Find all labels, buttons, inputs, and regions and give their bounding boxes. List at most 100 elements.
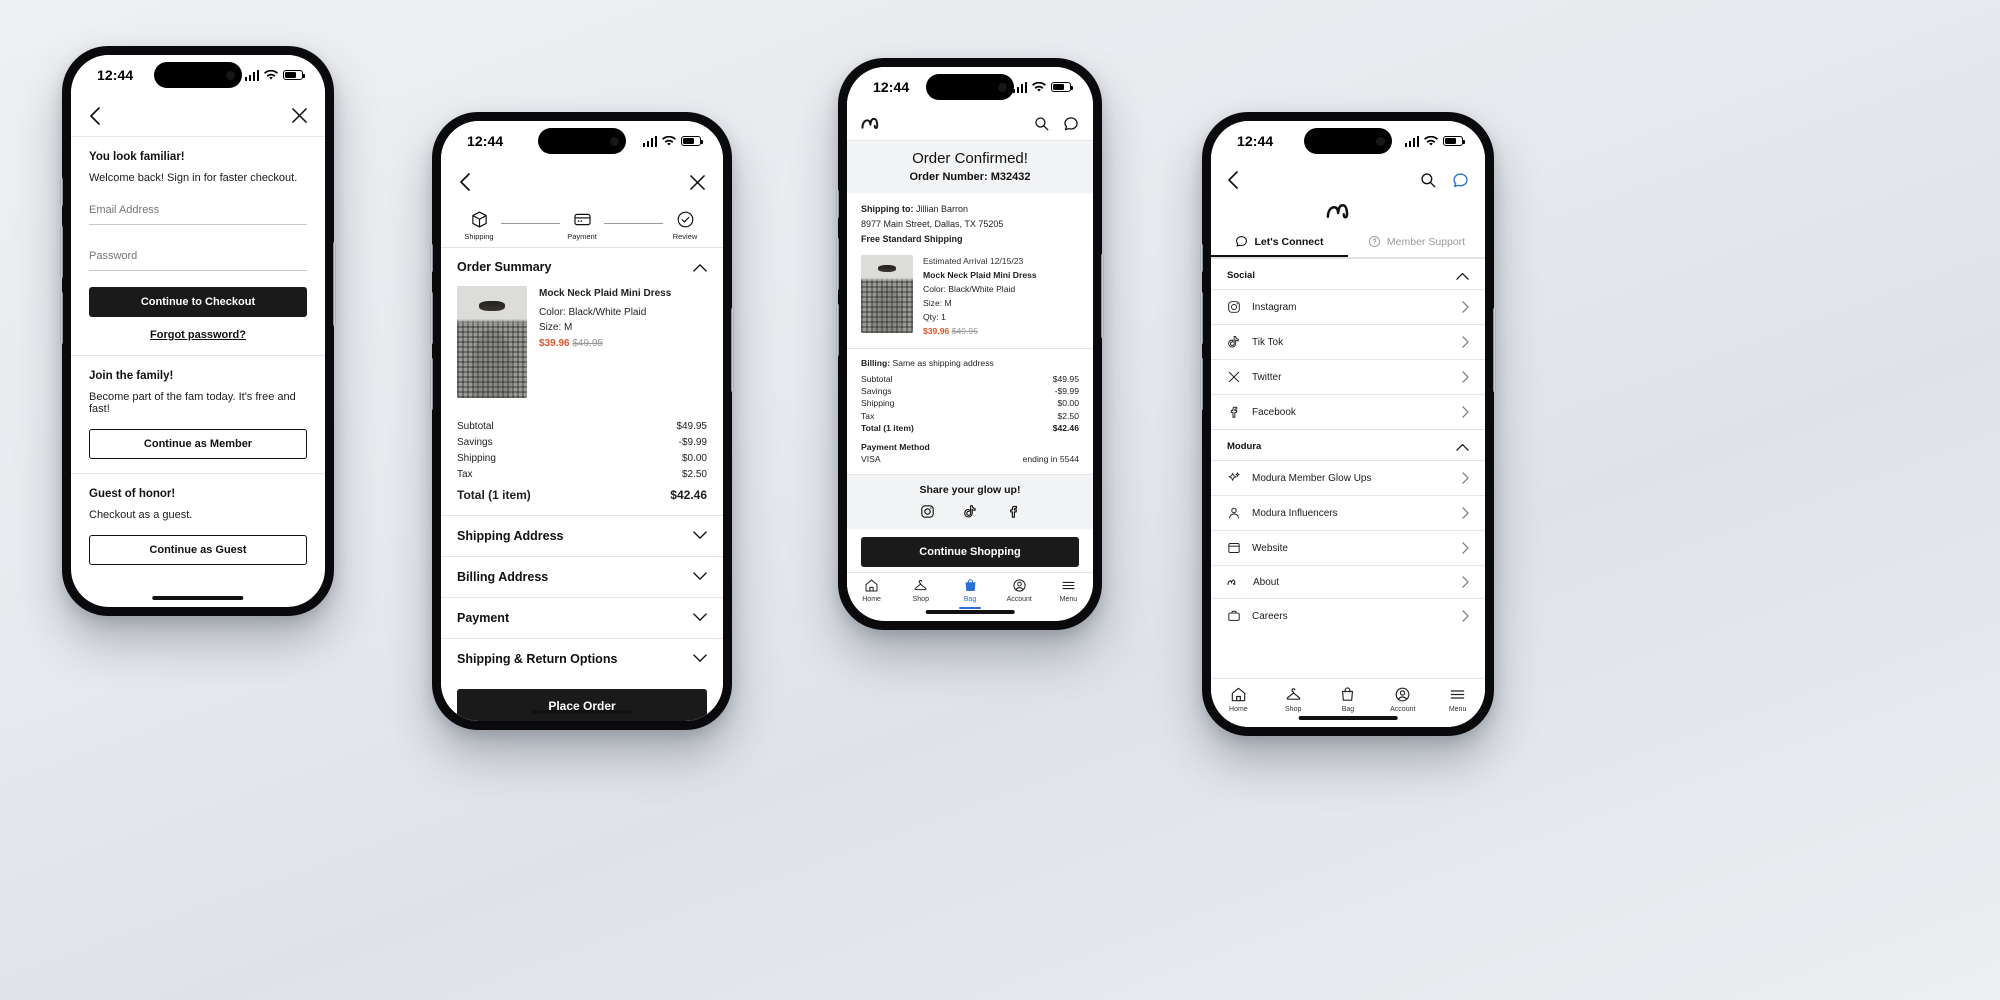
battery-icon: [1051, 81, 1074, 93]
nav-bar: [441, 161, 723, 203]
modura-logo[interactable]: [861, 117, 895, 131]
chat-icon[interactable]: [1063, 116, 1079, 132]
continue-shopping-button[interactable]: Continue Shopping: [861, 537, 1079, 568]
tiktok-icon[interactable]: [963, 504, 978, 519]
dynamic-island: [926, 74, 1014, 100]
chat-icon[interactable]: [1452, 172, 1469, 189]
chevron-right-icon: [1462, 371, 1469, 383]
payment-detail: ending in 5544: [1022, 453, 1079, 464]
accordion-shipping-address[interactable]: Shipping Address: [441, 514, 723, 556]
status-time: 12:44: [873, 79, 910, 95]
home-icon: [1231, 687, 1246, 702]
tab-shop[interactable]: Shop: [1266, 686, 1321, 713]
accordion-billing-address[interactable]: Billing Address: [441, 555, 723, 597]
wifi-icon: [662, 135, 676, 146]
tab-lets-connect[interactable]: Let's Connect: [1211, 227, 1348, 257]
password-input[interactable]: [89, 250, 307, 262]
confirmation-totals: Billing: Same as shipping address Subtot…: [847, 348, 1093, 474]
step-label: Review: [672, 232, 698, 241]
guest-section: Guest of honor! Checkout as a guest. Con…: [71, 474, 325, 579]
tab-account[interactable]: Account: [995, 578, 1044, 609]
status-bar: 12:44: [847, 67, 1093, 107]
total-label: Subtotal: [457, 420, 494, 432]
grand-total-label: Total (1 item): [861, 423, 914, 434]
grand-total-row: Total (1 item) $42.46: [861, 422, 1079, 434]
accordion-payment[interactable]: Payment: [441, 596, 723, 638]
bag-icon: [1342, 687, 1354, 701]
accordion-shipping-return-options[interactable]: Shipping & Return Options: [441, 637, 723, 679]
step-payment[interactable]: Payment: [560, 210, 604, 241]
chevron-right-icon: [1462, 542, 1469, 554]
search-icon[interactable]: [1420, 172, 1436, 188]
back-icon[interactable]: [459, 173, 471, 191]
tab-member-support[interactable]: Member Support: [1348, 227, 1485, 257]
status-time: 12:44: [1237, 133, 1274, 149]
back-icon[interactable]: [1227, 171, 1239, 189]
list-item-website[interactable]: Website: [1211, 530, 1485, 565]
instagram-icon: [1228, 301, 1240, 313]
continue-as-member-button[interactable]: Continue as Member: [89, 429, 307, 459]
guest-subtext: Checkout as a guest.: [89, 509, 193, 521]
total-label: Tax: [861, 410, 875, 421]
group-header-social[interactable]: Social: [1211, 258, 1485, 289]
step-shipping[interactable]: Shipping: [457, 210, 501, 241]
search-icon[interactable]: [1034, 116, 1049, 131]
list-item-tiktok[interactable]: Tik Tok: [1211, 324, 1485, 359]
password-field[interactable]: [89, 239, 307, 271]
tab-menu[interactable]: Menu: [1044, 578, 1093, 609]
tab-bag[interactable]: Bag: [1321, 686, 1376, 713]
order-number: Order Number: M32432: [909, 171, 1031, 183]
chevron-right-icon: [1462, 610, 1469, 622]
browser-icon: [1228, 543, 1240, 553]
tab-home[interactable]: Home: [1211, 686, 1266, 713]
menu-icon: [1450, 690, 1465, 699]
group-title: Social: [1227, 270, 1255, 281]
list-item-member-glow-ups[interactable]: Modura Member Glow Ups: [1211, 460, 1485, 495]
continue-as-guest-button[interactable]: Continue as Guest: [89, 535, 307, 565]
list-item-facebook[interactable]: Facebook: [1211, 394, 1485, 429]
list-item-about[interactable]: About: [1211, 565, 1485, 598]
total-value: $2.50: [681, 468, 707, 480]
list-item-careers[interactable]: Careers: [1211, 598, 1485, 633]
close-icon[interactable]: [292, 108, 307, 123]
list-item-influencers[interactable]: Modura Influencers: [1211, 495, 1485, 530]
group-title: Modura: [1227, 441, 1262, 452]
forgot-password-link[interactable]: Forgot password?: [89, 329, 307, 341]
list-item-twitter[interactable]: Twitter: [1211, 359, 1485, 394]
tab-label: Bag: [1341, 706, 1355, 713]
place-order-button[interactable]: Place Order: [457, 688, 707, 721]
order-summary-header[interactable]: Order Summary: [441, 248, 723, 286]
chevron-down-icon: [693, 531, 707, 539]
tab-shop[interactable]: Shop: [896, 578, 945, 609]
order-summary-title: Order Summary: [457, 260, 552, 274]
tab-home[interactable]: Home: [847, 578, 896, 609]
step-review[interactable]: Review: [663, 210, 707, 241]
chevron-right-icon: [1462, 507, 1469, 519]
product-size: Size: M: [923, 298, 952, 309]
home-icon: [865, 579, 878, 592]
continue-to-checkout-button[interactable]: Continue to Checkout: [89, 287, 307, 317]
email-field[interactable]: [89, 193, 307, 225]
instagram-icon[interactable]: [920, 504, 935, 519]
list-item-instagram[interactable]: Instagram: [1211, 289, 1485, 324]
dynamic-island: [1304, 128, 1392, 154]
tab-account[interactable]: Account: [1375, 686, 1430, 713]
tab-label: Home: [862, 596, 881, 603]
member-section: Join the family! Become part of the fam …: [71, 356, 325, 473]
item-label: Modura Influencers: [1252, 507, 1338, 519]
wifi-icon: [264, 69, 278, 80]
item-label: About: [1253, 576, 1280, 588]
accordion-label: Payment: [457, 610, 510, 625]
member-heading: Join the family!: [89, 370, 174, 382]
facebook-icon[interactable]: [1006, 504, 1021, 519]
confirmation-title: Order Confirmed!: [912, 150, 1028, 167]
group-header-modura[interactable]: Modura: [1211, 429, 1485, 460]
chevron-up-icon: [1456, 443, 1469, 451]
email-input[interactable]: [89, 204, 307, 216]
tab-menu[interactable]: Menu: [1430, 686, 1485, 713]
tab-bag[interactable]: Bag: [945, 578, 994, 609]
sparkle-icon: [1228, 472, 1240, 481]
close-icon[interactable]: [690, 174, 705, 190]
back-icon[interactable]: [89, 106, 101, 125]
grand-total-label: Total (1 item): [457, 488, 531, 502]
